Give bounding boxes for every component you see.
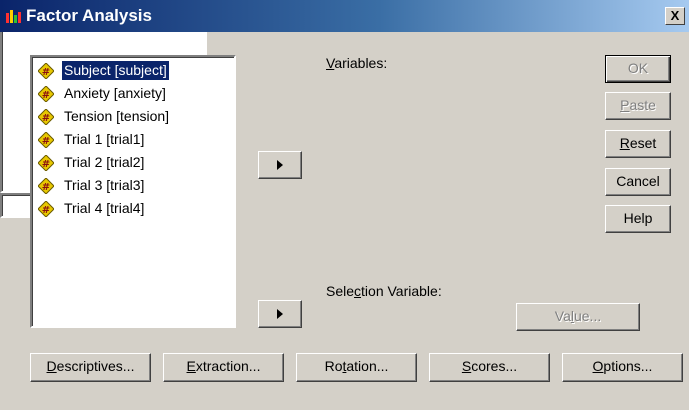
scale-variable-icon: # — [37, 177, 55, 195]
scale-variable-icon: # — [37, 200, 55, 218]
scale-variable-icon: # — [37, 85, 55, 103]
svg-text:#: # — [42, 205, 50, 216]
scale-variable-icon: # — [37, 131, 55, 149]
svg-text:#: # — [42, 182, 50, 193]
paste-button[interactable]: Paste — [605, 92, 671, 120]
extraction-button[interactable]: Extraction... — [163, 353, 284, 382]
variable-label: Tension [tension] — [64, 108, 170, 124]
selection-variable-label: Selection Variable: — [326, 283, 442, 299]
title-bar[interactable]: Factor Analysis X — [0, 0, 689, 32]
variable-label: Trial 3 [trial3] — [64, 177, 145, 193]
source-variable-list[interactable]: # Subject [subject] # Anxiety [anxiety] # Ten… — [30, 55, 236, 328]
list-item[interactable]: # Trial 1 [trial1] — [35, 129, 231, 152]
list-item[interactable]: # Subject [subject] — [35, 60, 231, 83]
variable-label: Trial 1 [trial1] — [64, 131, 145, 147]
variable-label: Trial 2 [trial2] — [64, 154, 145, 170]
svg-text:#: # — [42, 136, 50, 147]
cancel-button[interactable]: Cancel — [605, 168, 671, 196]
variable-label: Trial 4 [trial4] — [64, 200, 145, 216]
help-button[interactable]: Help — [605, 205, 671, 233]
close-button[interactable]: X — [665, 7, 685, 25]
scores-button[interactable]: Scores... — [429, 353, 550, 382]
options-button[interactable]: Options... — [562, 353, 683, 382]
list-item[interactable]: # Tension [tension] — [35, 106, 231, 129]
variable-label: Anxiety [anxiety] — [64, 85, 166, 101]
svg-text:#: # — [42, 113, 50, 124]
right-arrow-icon — [277, 160, 283, 171]
list-item[interactable]: # Trial 4 [trial4] — [35, 198, 231, 221]
ok-button[interactable]: OK — [605, 55, 671, 83]
list-item[interactable]: # Trial 3 [trial3] — [35, 175, 231, 198]
variables-label: Variables: — [326, 55, 388, 71]
scale-variable-icon: # — [37, 154, 55, 172]
move-to-variables-button[interactable] — [258, 151, 302, 179]
right-arrow-icon — [277, 309, 283, 320]
svg-text:#: # — [42, 67, 50, 78]
svg-text:#: # — [42, 159, 50, 170]
close-icon: X — [670, 8, 680, 23]
spss-app-icon — [6, 10, 21, 23]
variable-label: Subject [subject] — [61, 60, 170, 81]
rotation-button[interactable]: Rotation... — [296, 353, 417, 382]
descriptives-button[interactable]: Descriptives... — [30, 353, 151, 382]
factor-analysis-dialog: Factor Analysis X # Subject [subject] # Anx… — [0, 0, 689, 410]
move-to-selection-variable-button[interactable] — [258, 300, 302, 328]
svg-text:#: # — [42, 90, 50, 101]
scale-variable-icon: # — [37, 108, 55, 126]
reset-button[interactable]: Reset — [605, 130, 671, 158]
value-button[interactable]: Value... — [516, 303, 640, 331]
list-item[interactable]: # Trial 2 [trial2] — [35, 152, 231, 175]
scale-variable-icon: # — [37, 62, 55, 80]
list-item[interactable]: # Anxiety [anxiety] — [35, 83, 231, 106]
window-title: Factor Analysis — [26, 6, 152, 25]
